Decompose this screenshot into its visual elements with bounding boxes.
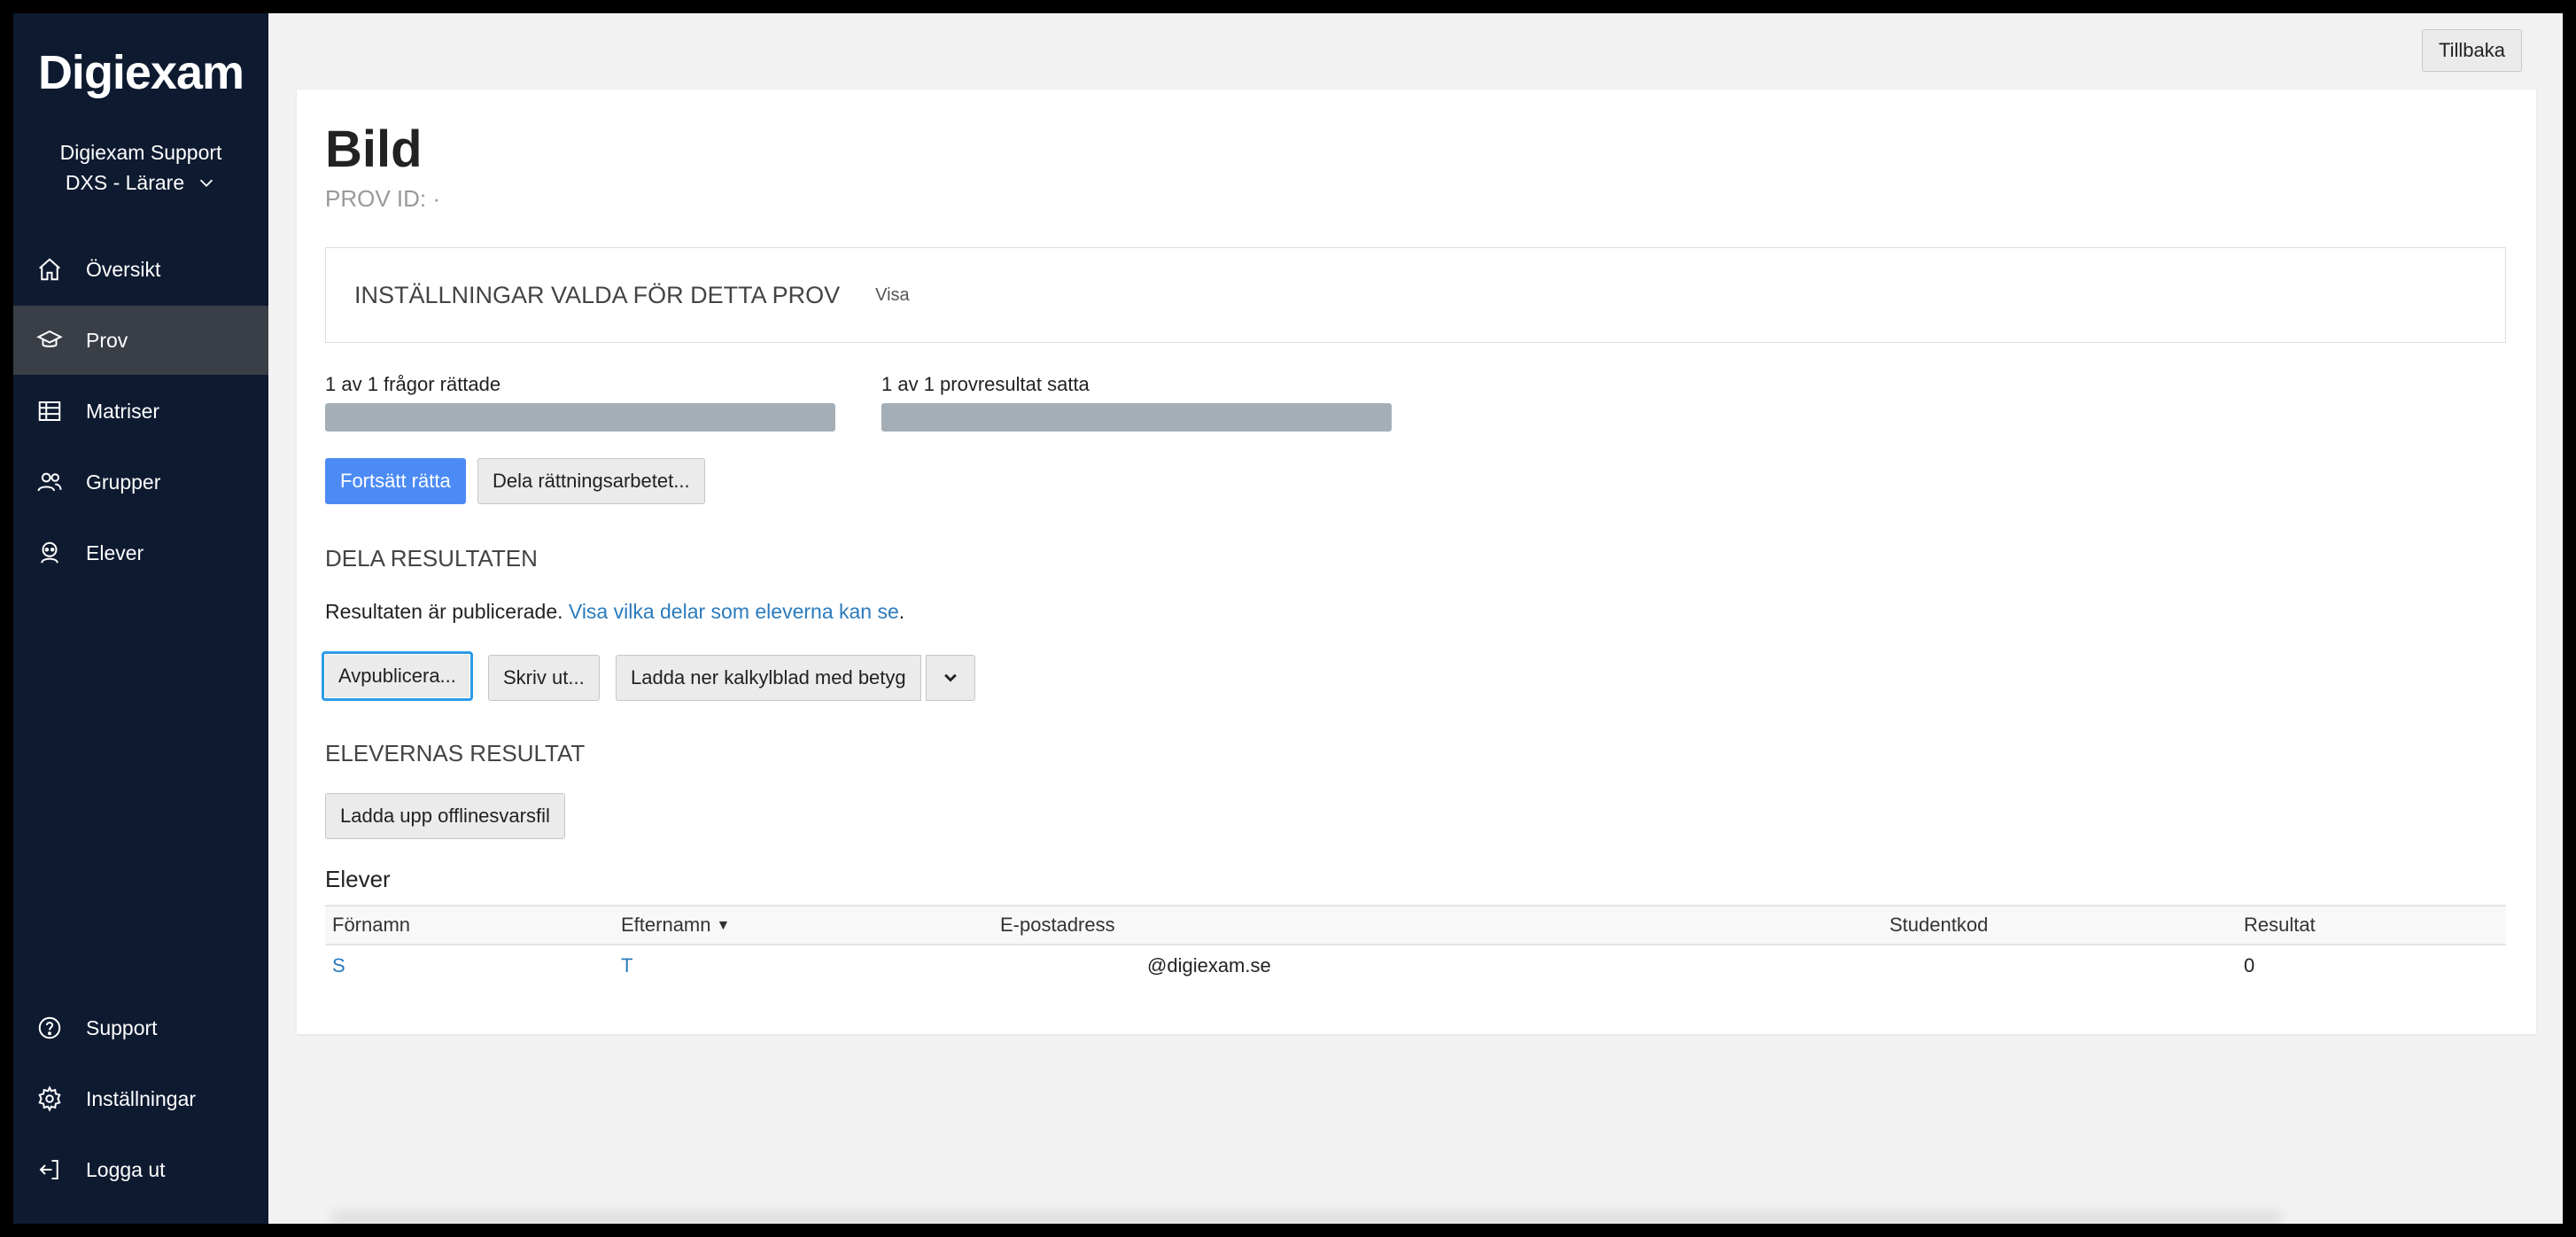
account-role-row[interactable]: DXS - Lärare: [66, 167, 216, 198]
sidebar: Digiexam Digiexam Support DXS - Lärare Ö…: [13, 13, 268, 1224]
print-button[interactable]: Skriv ut...: [488, 655, 600, 701]
visible-parts-link[interactable]: Visa vilka delar som eleverna kan se: [569, 600, 899, 623]
main-nav: Översikt Prov Matriser Grupper Elever: [13, 235, 268, 589]
sidebar-item-grupper[interactable]: Grupper: [13, 447, 268, 517]
gear-icon: [38, 1085, 61, 1112]
questions-progress-label: 1 av 1 frågor rättade: [325, 373, 501, 395]
students-title: Elever: [325, 866, 391, 892]
published-text: Resultaten är publicerade.: [325, 600, 563, 623]
settings-show-link[interactable]: Visa: [875, 285, 910, 306]
share-grading-button[interactable]: Dela rättningsarbetet...: [477, 458, 705, 504]
sidebar-item-label: Support: [86, 1015, 158, 1039]
table-header: Förnamn Efternamn ▼ E-postadress Studentk…: [325, 905, 2506, 945]
download-options-button[interactable]: [926, 655, 975, 701]
page-title: Bild: [325, 121, 423, 178]
student-result: 0: [2244, 954, 2255, 976]
student-lastname-link[interactable]: T: [614, 954, 993, 977]
sidebar-item-label: Matriser: [86, 399, 160, 423]
column-header-lastname-label: Efternamn: [621, 914, 711, 936]
sort-desc-icon: ▼: [716, 918, 731, 934]
student-results-title: ELEVERNAS RESULTAT: [325, 740, 586, 766]
student-icon: [41, 541, 58, 564]
table-icon: [38, 401, 61, 421]
upload-offline-file-button[interactable]: Ladda upp offlinesvarsfil: [325, 793, 565, 839]
sidebar-item-matriser[interactable]: Matriser: [13, 377, 268, 446]
exam-card: Bild PROV ID: · INSTÄLLNINGAR VALDA FÖR …: [297, 89, 2536, 1034]
graduation-cap-icon: [36, 330, 63, 347]
chevron-down-icon: [944, 673, 957, 682]
results-progress-fill: [881, 403, 1392, 432]
sidebar-item-label: Logga ut: [86, 1157, 166, 1181]
help-icon: [38, 1016, 61, 1039]
column-header-result[interactable]: Resultat: [2237, 914, 2502, 937]
sidebar-item-oversikt[interactable]: Översikt: [13, 235, 268, 304]
sidebar-item-elever[interactable]: Elever: [13, 518, 268, 587]
download-spreadsheet-button[interactable]: Ladda ner kalkylblad med betyg: [616, 655, 921, 701]
app-window: Digiexam Digiexam Support DXS - Lärare Ö…: [13, 13, 2563, 1224]
home-icon: [39, 258, 60, 281]
share-results-title: DELA RESULTATEN: [325, 545, 538, 572]
settings-panel: INSTÄLLNINGAR VALDA FÖR DETTA PROV Visa: [325, 247, 2506, 343]
sidebar-item-label: Inställningar: [86, 1086, 197, 1110]
sidebar-item-logga-ut[interactable]: Logga ut: [13, 1135, 268, 1204]
results-progress: 1 av 1 provresultat satta: [881, 373, 1392, 432]
bottom-shadow: [332, 1206, 2281, 1224]
questions-progress-bar: [325, 403, 835, 432]
sidebar-item-label: Elever: [86, 541, 144, 564]
continue-grading-button[interactable]: Fortsätt rätta: [325, 458, 466, 504]
logo: Digiexam: [37, 46, 244, 99]
results-progress-label: 1 av 1 provresultat satta: [881, 373, 1090, 395]
sidebar-item-label: Översikt: [86, 257, 161, 281]
table-row: S T @digiexam.se 0: [325, 945, 2506, 986]
back-button[interactable]: Tillbaka: [2422, 29, 2522, 72]
bottom-nav: Support Inställningar Logga ut: [13, 993, 268, 1206]
published-status: Resultaten är publicerade. Visa vilka de…: [325, 600, 904, 624]
students-table: Förnamn Efternamn ▼ E-postadress Studentk…: [325, 905, 2506, 986]
sidebar-item-label: Grupper: [86, 470, 161, 494]
account-role: DXS - Lärare: [65, 171, 185, 194]
account-name: Digiexam Support: [59, 141, 222, 164]
account-switcher[interactable]: Digiexam Support DXS - Lärare: [13, 137, 268, 198]
users-icon: [37, 472, 62, 492]
sidebar-item-installningar[interactable]: Inställningar: [13, 1064, 268, 1133]
column-header-firstname[interactable]: Förnamn: [325, 914, 614, 937]
unpublish-button[interactable]: Avpublicera...: [322, 651, 473, 701]
questions-progress-fill: [325, 403, 835, 432]
sidebar-item-prov[interactable]: Prov: [13, 306, 268, 375]
column-header-email[interactable]: E-postadress: [993, 914, 1882, 937]
column-header-studentcode[interactable]: Studentkod: [1882, 914, 2237, 937]
student-email: @digiexam.se: [1147, 954, 1271, 976]
settings-title: INSTÄLLNINGAR VALDA FÖR DETTA PROV: [354, 281, 841, 308]
sidebar-item-label: Prov: [86, 328, 128, 352]
questions-progress: 1 av 1 frågor rättade: [325, 373, 835, 432]
logout-icon: [39, 1160, 58, 1179]
student-firstname-link[interactable]: S: [325, 954, 614, 977]
results-progress-bar: [881, 403, 1392, 432]
chevron-down-icon: [200, 179, 213, 187]
sidebar-item-support[interactable]: Support: [13, 993, 268, 1062]
exam-id: PROV ID: ·: [325, 185, 441, 212]
published-end: .: [898, 600, 905, 623]
column-header-lastname[interactable]: Efternamn ▼: [614, 914, 993, 937]
